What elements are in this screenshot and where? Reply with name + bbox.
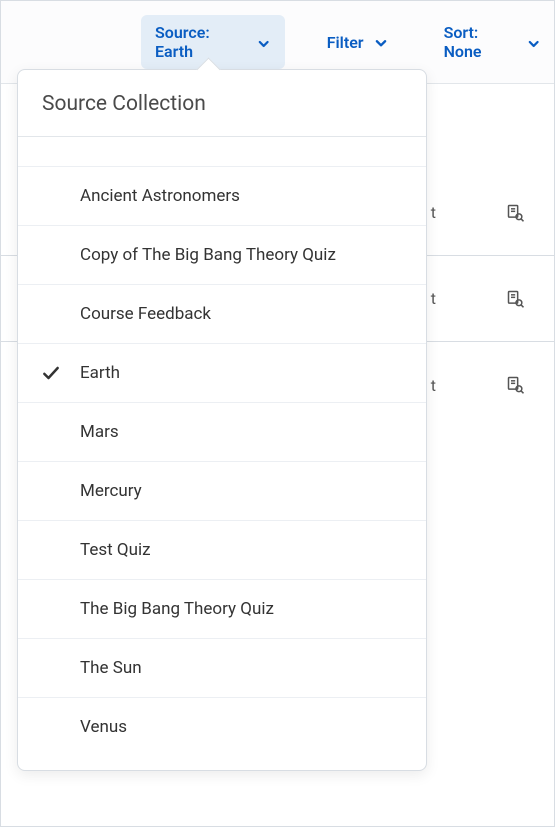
dropdown-item-label: Mars [80, 422, 404, 442]
check-icon [40, 716, 62, 738]
filter-label: Filter [327, 33, 364, 52]
dropdown-item[interactable]: Course Feedback [18, 285, 426, 344]
dropdown-item-label: Course Feedback [80, 304, 404, 324]
dropdown-item[interactable]: Ancient Astronomers [18, 167, 426, 226]
source-label: Source: Earth [155, 23, 247, 61]
check-icon [40, 480, 62, 502]
check-icon [40, 362, 62, 384]
preview-icon[interactable] [506, 289, 526, 309]
dropdown-item[interactable]: Copy of The Big Bang Theory Quiz [18, 226, 426, 285]
dropdown-item[interactable]: The Sun [18, 639, 426, 698]
dropdown-item-label: Test Quiz [80, 540, 404, 560]
source-dropdown-panel: Source Collection Ancient Astronomers Cop… [17, 69, 427, 771]
check-icon [40, 244, 62, 266]
check-icon [40, 185, 62, 207]
dropdown-item[interactable]: Test Quiz [18, 521, 426, 580]
dropdown-item[interactable]: Mars [18, 403, 426, 462]
dropdown-item[interactable]: Earth [18, 344, 426, 403]
check-icon [40, 303, 62, 325]
preview-icon[interactable] [506, 203, 526, 223]
row-text: t [431, 203, 436, 222]
filter-dropdown-trigger[interactable]: Filter [313, 25, 402, 60]
dropdown-item-label: Mercury [80, 481, 404, 501]
chevron-down-icon [374, 35, 388, 49]
dropdown-item-label: Venus [80, 717, 404, 737]
check-icon [40, 421, 62, 443]
sort-label: Sort: None [444, 23, 517, 61]
row-text: t [431, 376, 436, 395]
check-icon [40, 598, 62, 620]
chevron-down-icon [527, 35, 540, 49]
chevron-down-icon [257, 35, 270, 49]
check-icon [40, 539, 62, 561]
dropdown-item-label: Copy of The Big Bang Theory Quiz [80, 245, 404, 265]
dropdown-item-label: Ancient Astronomers [80, 186, 404, 206]
dropdown-item-label: Earth [80, 363, 404, 383]
spacer [18, 137, 426, 167]
sort-dropdown-trigger[interactable]: Sort: None [430, 15, 554, 69]
dropdown-item[interactable]: Venus [18, 698, 426, 756]
preview-icon[interactable] [506, 375, 526, 395]
row-text: t [431, 289, 436, 308]
check-icon [40, 657, 62, 679]
dropdown-item[interactable]: The Big Bang Theory Quiz [18, 580, 426, 639]
spacer [18, 756, 426, 770]
dropdown-item-label: The Big Bang Theory Quiz [80, 599, 404, 619]
dropdown-item-label: The Sun [80, 658, 404, 678]
dropdown-title: Source Collection [18, 70, 426, 136]
dropdown-item[interactable]: Mercury [18, 462, 426, 521]
